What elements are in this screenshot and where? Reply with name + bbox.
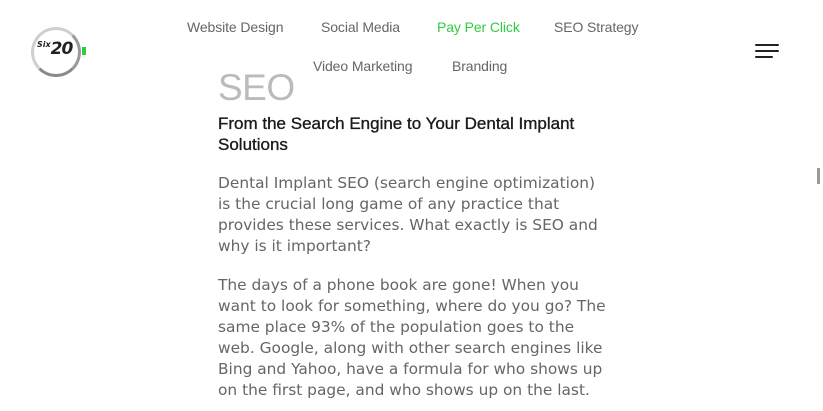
logo-six-text: Six bbox=[37, 40, 51, 49]
logo-accent-mark bbox=[82, 47, 86, 55]
hamburger-menu-icon[interactable] bbox=[755, 44, 779, 60]
hamburger-line-bottom bbox=[755, 56, 773, 58]
hamburger-line-top bbox=[755, 44, 779, 46]
nav-social-media[interactable]: Social Media bbox=[321, 19, 400, 35]
logo-number-text: 20 bbox=[50, 39, 74, 59]
nav-video-marketing[interactable]: Video Marketing bbox=[313, 58, 413, 74]
nav-pay-per-click[interactable]: Pay Per Click bbox=[437, 19, 520, 35]
nav-website-design[interactable]: Website Design bbox=[187, 19, 283, 35]
scroll-indicator[interactable] bbox=[817, 168, 820, 184]
paragraph-phone-book: The days of a phone book are gone! When … bbox=[218, 276, 606, 399]
paragraph-intro: Dental Implant SEO (search engine optimi… bbox=[218, 174, 598, 255]
nav-seo-strategy[interactable]: SEO Strategy bbox=[554, 19, 639, 35]
section-subtitle: From the Search Engine to Your Dental Im… bbox=[218, 114, 575, 154]
logo[interactable]: Six20 bbox=[31, 27, 86, 77]
page: Six20 Website Design Social Media Pay Pe… bbox=[0, 0, 823, 411]
section-title: SEO bbox=[218, 68, 295, 101]
nav-branding[interactable]: Branding bbox=[452, 58, 507, 74]
logo-text: Six20 bbox=[37, 39, 74, 59]
hamburger-line-middle bbox=[755, 50, 779, 52]
